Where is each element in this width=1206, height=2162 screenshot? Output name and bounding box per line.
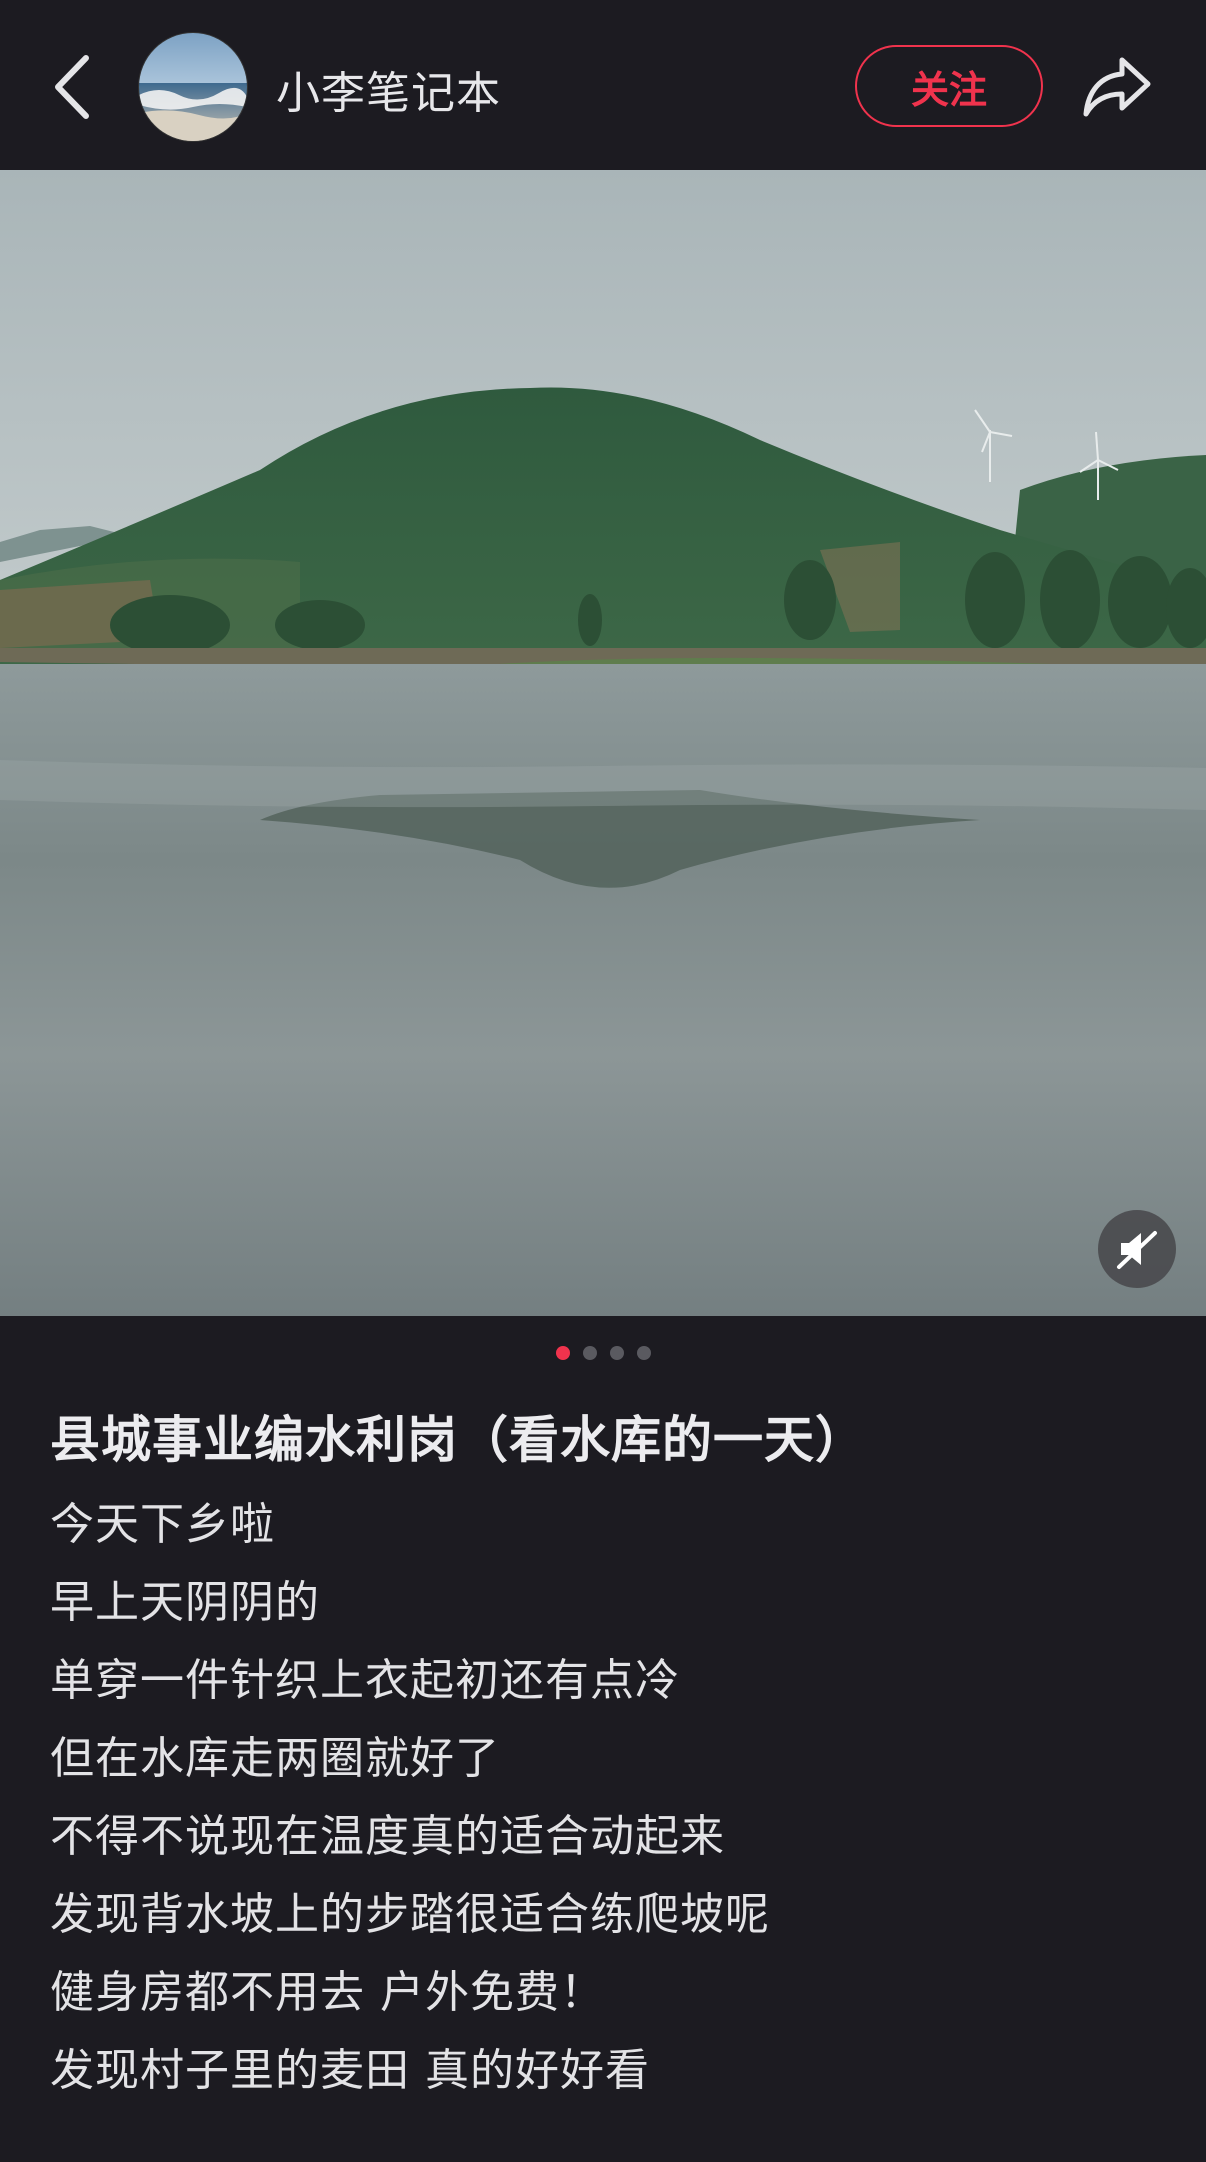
post-body-line: 健身房都不用去 户外免费！ xyxy=(50,1967,605,2018)
avatar[interactable] xyxy=(138,32,248,142)
follow-button[interactable]: 关注 xyxy=(855,45,1043,127)
pagination-dot-4[interactable] xyxy=(636,1346,651,1360)
reservoir-landscape-image xyxy=(0,170,1206,1316)
post-body-line: 今天下乡啦 xyxy=(50,1499,275,1550)
avatar-image xyxy=(139,33,247,141)
post-body-line: 早上天阴阴的 xyxy=(50,1577,320,1628)
share-arrow-icon xyxy=(1083,57,1151,117)
speaker-muted-icon xyxy=(1117,1231,1157,1269)
post-body-line: 发现背水坡上的步踏很适合练爬坡呢 xyxy=(50,1889,770,1940)
post-title: 县城事业编水利岗（看水库的一天） xyxy=(50,1411,866,1469)
top-bar: 小李笔记本 关注 xyxy=(0,0,1206,170)
pagination-dot-2[interactable] xyxy=(582,1346,597,1360)
username[interactable]: 小李笔记本 xyxy=(276,57,501,121)
share-button[interactable] xyxy=(1082,52,1154,120)
mute-button[interactable] xyxy=(1098,1210,1176,1288)
post-body-line: 不得不说现在温度真的适合动起来 xyxy=(50,1811,725,1862)
pagination-dot-1[interactable] xyxy=(555,1346,570,1360)
post-body: 今天下乡啦 早上天阴阴的 单穿一件针织上衣起初还有点冷 但在水库走两圈就好了 不… xyxy=(50,1495,770,2119)
post-body-line: 单穿一件针织上衣起初还有点冷 xyxy=(50,1655,680,1706)
back-button[interactable] xyxy=(48,50,100,124)
chevron-left-icon xyxy=(55,55,89,119)
image-pagination xyxy=(0,1346,1206,1360)
post-body-line: 发现村子里的麦田 真的好好看 xyxy=(50,2045,650,2096)
post-body-line: 但在水库走两圈就好了 xyxy=(50,1733,500,1784)
pagination-dot-3[interactable] xyxy=(609,1346,624,1360)
post-photo[interactable] xyxy=(0,170,1206,1316)
